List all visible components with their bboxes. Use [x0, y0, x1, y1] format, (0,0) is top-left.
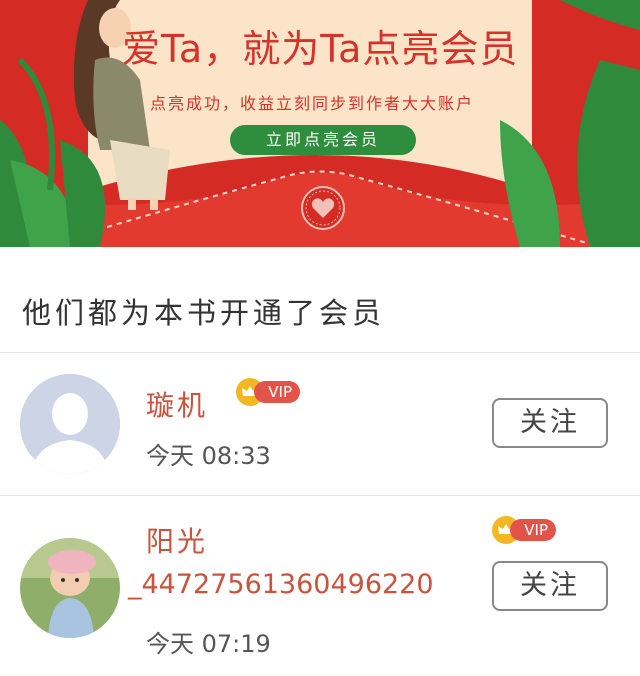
join-time: 今天 08:33: [146, 442, 271, 470]
person-silhouette-icon: [20, 374, 120, 474]
photo-avatar[interactable]: [20, 538, 120, 638]
follow-button[interactable]: 关注: [492, 561, 608, 611]
vip-label: VIP: [524, 521, 548, 539]
activate-membership-button[interactable]: 立即点亮会员: [230, 125, 416, 155]
member-row: 阳光 _44727561360496220 VIP 今天 07:19 关注: [0, 495, 640, 676]
banner-subtitle: 点亮成功，收益立刻同步到作者大大账户: [150, 94, 475, 113]
follow-button[interactable]: 关注: [492, 398, 608, 448]
heart-seal-icon: [301, 186, 345, 230]
member-name-continued[interactable]: _44727561360496220: [128, 569, 434, 600]
default-avatar[interactable]: [20, 374, 120, 474]
section-title: 他们都为本书开通了会员: [22, 296, 386, 330]
member-name[interactable]: 阳光: [146, 520, 208, 560]
join-time: 今天 07:19: [146, 630, 271, 658]
member-name[interactable]: 璇机: [146, 384, 208, 424]
child-photo-icon: [20, 538, 120, 638]
vip-badge: VIP: [492, 516, 558, 544]
vip-label: VIP: [268, 383, 292, 401]
member-row: 璇机 VIP 今天 08:33 关注: [0, 352, 640, 495]
banner-title: 爱Ta，就为Ta点亮会员: [122, 27, 519, 71]
vip-badge: VIP: [236, 378, 302, 406]
membership-banner: 爱Ta，就为Ta点亮会员 点亮成功，收益立刻同步到作者大大账户 立即点亮会员: [0, 0, 640, 247]
